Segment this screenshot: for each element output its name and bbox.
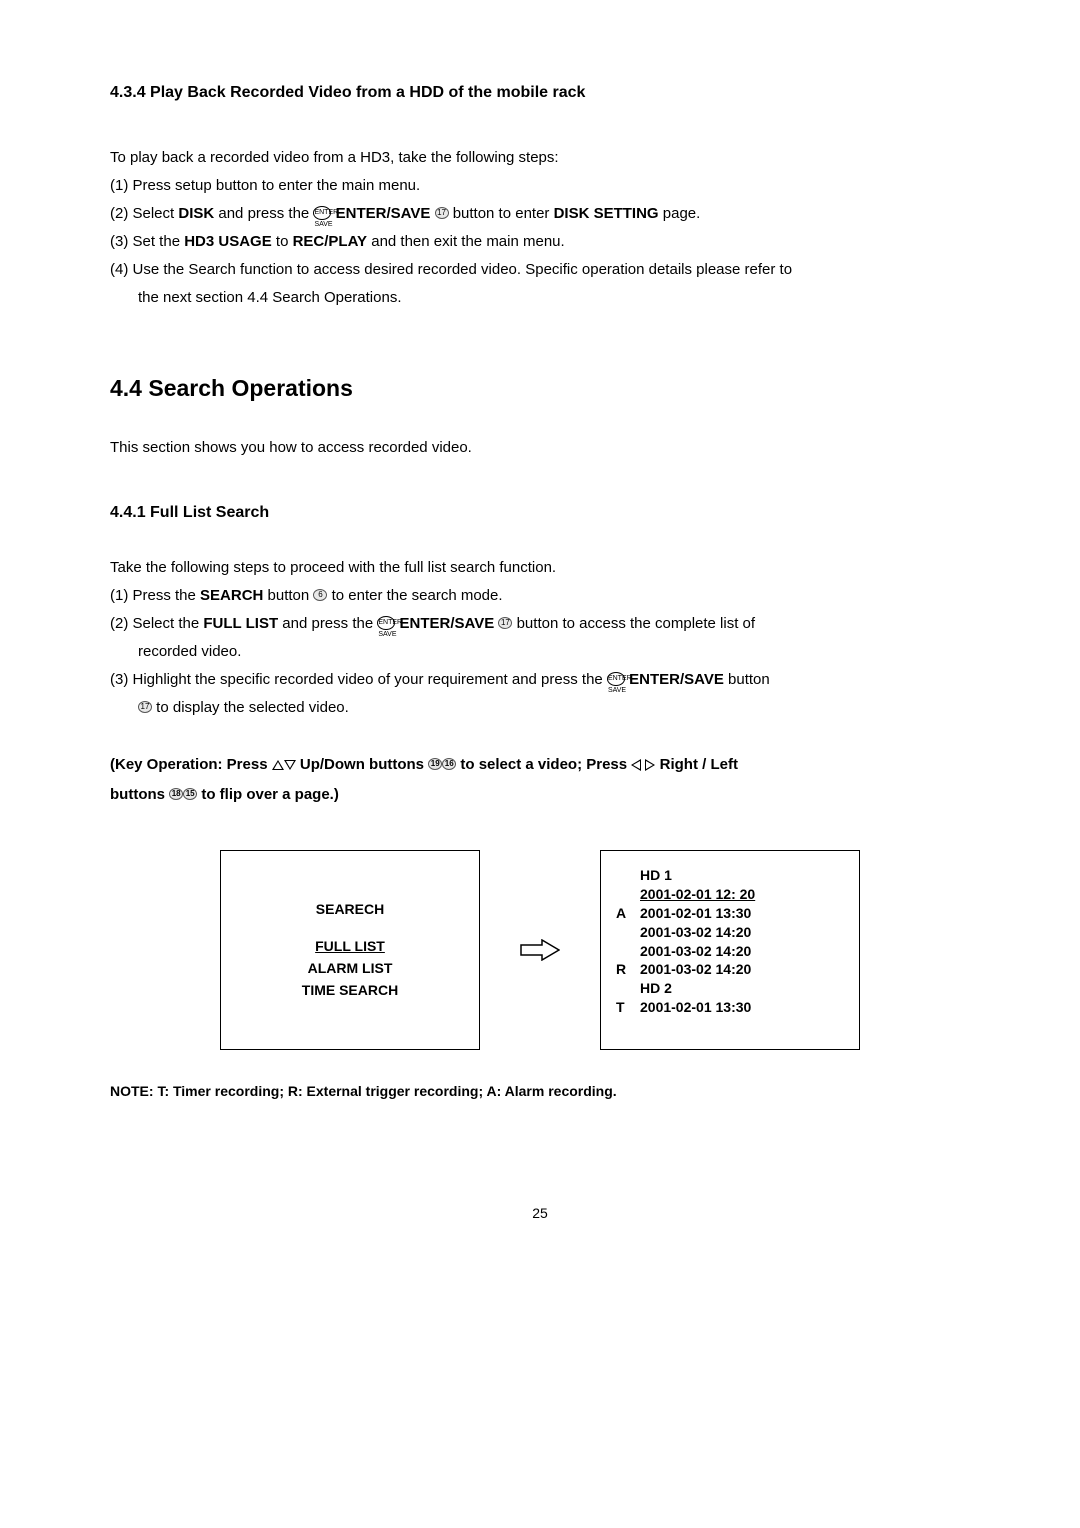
list-header: 2001-02-01 12: 20 — [640, 885, 755, 904]
enter-save-icon: ENTERSAVE — [313, 206, 331, 220]
text-bold: REC/PLAY — [293, 233, 367, 250]
text: (1) Press the — [110, 587, 200, 604]
row-tag: R — [616, 960, 628, 979]
page-number: 25 — [110, 1202, 970, 1224]
text-intro-44: This section shows you how to access rec… — [110, 436, 970, 460]
enter-save-icon: ENTERSAVE — [377, 616, 395, 630]
text-bold: HD3 USAGE — [184, 233, 272, 250]
triangle-up-icon — [272, 760, 284, 770]
list-row: 2001-03-02 14:20 — [640, 923, 751, 942]
step-434-1: (1) Press setup button to enter the main… — [110, 174, 970, 198]
arrow-right-icon — [520, 939, 560, 961]
text-intro-434: To play back a recorded video from a HD3… — [110, 146, 970, 170]
list-row: 2001-02-01 13:30 — [640, 904, 751, 923]
text: buttons — [110, 786, 169, 803]
num-6-icon: 6 — [313, 589, 327, 601]
text-bold: ENTER/SAVE — [629, 671, 724, 688]
text: Up/Down buttons — [300, 756, 428, 773]
text: button — [263, 587, 313, 604]
num-19-icon: 19 — [428, 758, 442, 770]
row-tag — [616, 942, 628, 961]
text-bold: FULL LIST — [203, 615, 278, 632]
text: (2) Select — [110, 205, 178, 222]
text: (2) Select the — [110, 615, 203, 632]
text: to flip over a page.) — [201, 786, 339, 803]
diagram-left-box: SEARECH FULL LIST ALARM LIST TIME SEARCH — [220, 850, 480, 1050]
heading-4-4: 4.4 Search Operations — [110, 370, 970, 407]
text: button — [724, 671, 770, 688]
heading-4-3-4: 4.3.4 Play Back Recorded Video from a HD… — [110, 80, 970, 106]
text: and press the — [278, 615, 377, 632]
triangle-left-icon — [631, 759, 641, 771]
num-17-icon: 17 — [138, 701, 152, 713]
list-row: 2001-02-01 13:30 — [640, 998, 751, 1017]
time-search-item: TIME SEARCH — [302, 979, 398, 1001]
text: to display the selected video. — [156, 699, 349, 716]
step-441-2: (2) Select the FULL LIST and press the E… — [110, 612, 970, 636]
step-441-1: (1) Press the SEARCH button 6 to enter t… — [110, 584, 970, 608]
step-441-3d: 17 to display the selected video. — [110, 696, 970, 720]
diagram: SEARECH FULL LIST ALARM LIST TIME SEARCH… — [110, 850, 970, 1050]
alarm-list-item: ALARM LIST — [308, 957, 393, 979]
step-434-3: (3) Set the HD3 USAGE to REC/PLAY and th… — [110, 230, 970, 254]
text-bold: ENTER/SAVE — [400, 615, 499, 632]
step-441-3: (3) Highlight the specific recorded vide… — [110, 668, 970, 692]
text: (3) Highlight the specific recorded vide… — [110, 671, 607, 688]
num-16-icon: 16 — [442, 758, 456, 770]
step-441-2f: recorded video. — [110, 640, 970, 664]
text: button to access the complete list of — [517, 615, 755, 632]
triangle-right-icon — [645, 759, 655, 771]
row-tag: A — [616, 904, 628, 923]
row-tag — [616, 923, 628, 942]
num-18-icon: 18 — [169, 788, 183, 800]
diagram-right-box: HD 1 2001-02-01 12: 20 A 2001-02-01 13:30… — [600, 850, 860, 1050]
text-bold: DISK — [178, 205, 214, 222]
text: Right / Left — [660, 756, 738, 773]
step-434-4: (4) Use the Search function to access de… — [110, 258, 970, 282]
text: to — [272, 233, 293, 250]
text: page. — [659, 205, 701, 222]
list-row: 2001-03-02 14:20 — [640, 960, 751, 979]
step-434-4b: the next section 4.4 Search Operations. — [110, 286, 970, 310]
text: to select a video; Press — [460, 756, 631, 773]
text-bold: SEARCH — [200, 587, 263, 604]
row-tag — [616, 979, 628, 998]
step-434-2: (2) Select DISK and press the ENTERSAVE … — [110, 202, 970, 226]
text-bold: DISK SETTING — [554, 205, 659, 222]
text: to enter the search mode. — [332, 587, 503, 604]
num-15-icon: 15 — [183, 788, 197, 800]
text-bold: ENTER/SAVE — [336, 205, 435, 222]
text-intro-441: Take the following steps to proceed with… — [110, 556, 970, 580]
key-operation: (Key Operation: Press Up/Down buttons 19… — [110, 750, 970, 810]
list-row: 2001-03-02 14:20 — [640, 942, 751, 961]
text: and press the — [214, 205, 309, 222]
full-list-item: FULL LIST — [315, 935, 385, 957]
text: (3) Set the — [110, 233, 184, 250]
num-17-icon: 17 — [435, 207, 449, 219]
search-menu-title: SEARECH — [316, 898, 384, 920]
text: and then exit the main menu. — [367, 233, 565, 250]
list-row: HD 2 — [640, 979, 672, 998]
enter-save-icon: ENTERSAVE — [607, 672, 625, 686]
triangle-down-icon — [284, 760, 296, 770]
note-text: NOTE: T: Timer recording; R: External tr… — [110, 1080, 970, 1102]
num-17-icon: 17 — [498, 617, 512, 629]
hd1-label: HD 1 — [640, 866, 672, 885]
text: button to enter — [453, 205, 554, 222]
text: (Key Operation: Press — [110, 756, 272, 773]
heading-4-4-1: 4.4.1 Full List Search — [110, 500, 970, 526]
row-tag: T — [616, 998, 628, 1017]
